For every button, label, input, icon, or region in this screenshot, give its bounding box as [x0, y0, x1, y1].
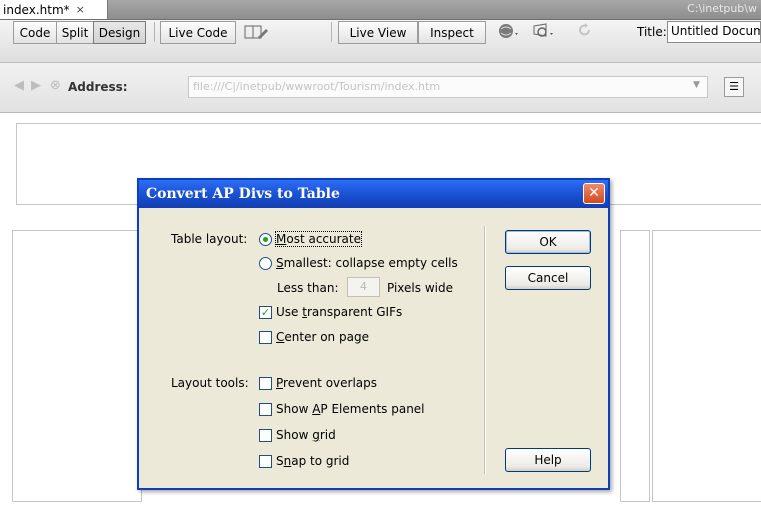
layout-tools-label: Layout tools: [171, 376, 249, 390]
convert-ap-divs-dialog: Convert AP Divs to Table ✕ Table layout:… [137, 178, 610, 490]
less-than-input[interactable]: 4 [347, 277, 380, 297]
canvas-guide [16, 123, 17, 205]
close-icon[interactable]: ✕ [583, 183, 605, 204]
dialog-divider [484, 226, 486, 474]
document-tab[interactable]: index.htm* × [0, 0, 108, 19]
canvas-guide [16, 123, 761, 124]
back-icon[interactable]: ◀ [14, 78, 24, 93]
document-tab-filename: index.htm* [3, 2, 70, 17]
list-icon[interactable]: ☰ [724, 77, 744, 97]
close-icon[interactable]: × [76, 3, 85, 16]
snap-to-grid-checkbox[interactable] [259, 455, 272, 468]
title-label: Title: [637, 25, 667, 39]
code-view-button[interactable]: Code [13, 21, 57, 44]
split-view-icon[interactable] [244, 23, 270, 45]
toolbar-divider [331, 22, 332, 42]
ap-div-left[interactable] [12, 230, 142, 502]
smallest-radio[interactable] [259, 257, 272, 270]
address-input[interactable]: file:///C|/inetpub/wwwroot/Tourism/index… [188, 76, 708, 98]
refresh-icon[interactable] [577, 22, 593, 42]
chevron-down-icon[interactable]: ▼ [693, 80, 700, 90]
smallest-label[interactable]: Smallest: collapse empty cells [276, 256, 458, 270]
live-view-button[interactable]: Live View [338, 21, 418, 44]
show-grid-label[interactable]: Show grid [276, 428, 336, 442]
show-ap-elements-label[interactable]: Show AP Elements panel [276, 402, 425, 416]
most-accurate-label[interactable]: Most accurate [274, 231, 363, 247]
page-title-input[interactable]: Untitled Docum [667, 21, 761, 43]
less-than-label: Less than: [277, 281, 339, 295]
design-view-button[interactable]: Design [93, 21, 146, 44]
center-on-page-label[interactable]: Center on page [276, 330, 369, 344]
forward-icon[interactable]: ▶ [31, 78, 41, 93]
inspect-eye-icon[interactable] [532, 22, 556, 44]
split-view-button[interactable]: Split [56, 21, 94, 44]
pixels-wide-label: Pixels wide [387, 281, 453, 295]
address-label: Address: [68, 80, 128, 94]
ok-button[interactable]: OK [505, 230, 591, 254]
prevent-overlaps-checkbox[interactable] [259, 377, 272, 390]
use-transparent-gifs-label[interactable]: Use transparent GIFs [276, 305, 402, 319]
use-transparent-gifs-checkbox[interactable]: ✓ [259, 306, 272, 319]
ap-div-middle[interactable] [620, 230, 650, 502]
document-path: C:\inetpub\w [687, 2, 757, 15]
inspect-button[interactable]: Inspect [418, 21, 486, 44]
show-ap-elements-checkbox[interactable] [259, 403, 272, 416]
cancel-button[interactable]: Cancel [505, 266, 591, 290]
dialog-title: Convert AP Divs to Table [139, 180, 608, 208]
help-button[interactable]: Help [505, 448, 591, 472]
live-code-button[interactable]: Live Code [160, 21, 236, 44]
ap-div-right[interactable] [652, 230, 761, 502]
show-grid-checkbox[interactable] [259, 429, 272, 442]
center-on-page-checkbox[interactable] [259, 331, 272, 344]
toolbar-divider [154, 22, 155, 42]
prevent-overlaps-label[interactable]: Prevent overlaps [276, 376, 377, 390]
table-layout-label: Table layout: [171, 232, 248, 246]
most-accurate-radio[interactable] [259, 233, 272, 246]
globe-icon[interactable] [497, 22, 521, 44]
document-tab-bar: index.htm* × C:\inetpub\w [0, 0, 761, 20]
snap-to-grid-label[interactable]: Snap to grid [276, 454, 349, 468]
stop-icon[interactable]: ⊗ [50, 78, 61, 93]
